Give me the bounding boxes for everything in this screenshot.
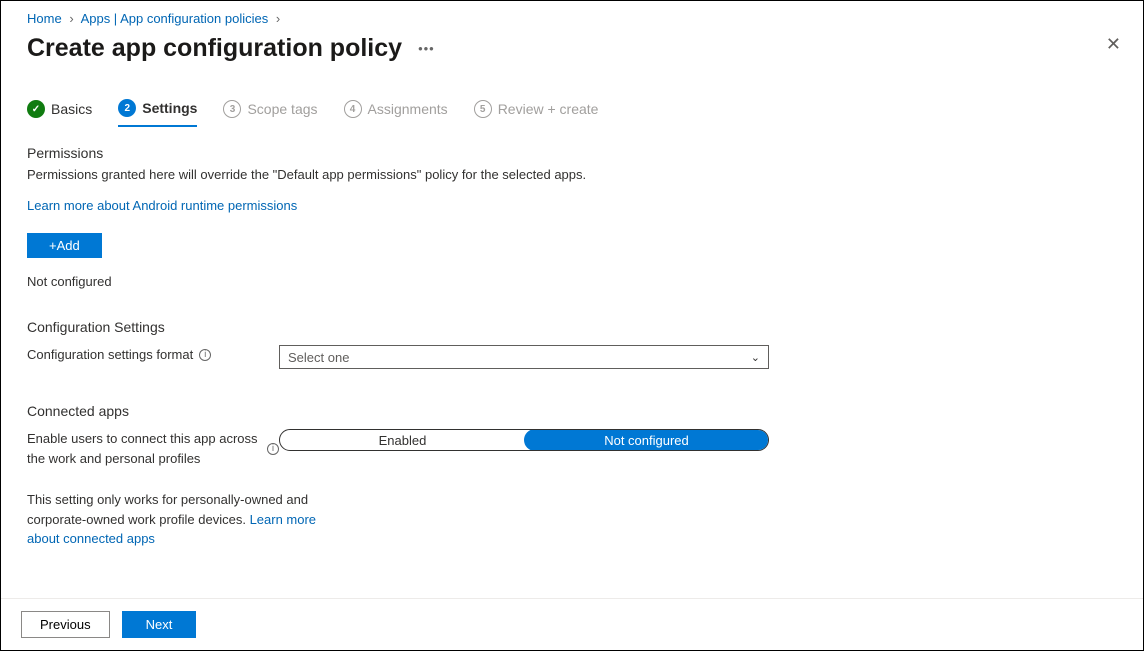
toggle-not-configured[interactable]: Not configured xyxy=(524,429,769,451)
tab-settings[interactable]: 2 Settings xyxy=(118,99,197,127)
label-text: Configuration settings format xyxy=(27,345,193,365)
permissions-header: Permissions xyxy=(27,145,1117,161)
previous-button[interactable]: Previous xyxy=(21,611,110,638)
config-format-label: Configuration settings format i xyxy=(27,345,279,365)
step-number: 2 xyxy=(118,99,136,117)
info-icon[interactable]: i xyxy=(267,443,279,455)
wizard-tabs: ✓ Basics 2 Settings 3 Scope tags 4 Assig… xyxy=(1,73,1143,127)
tab-label: Basics xyxy=(51,101,92,117)
more-icon[interactable]: ••• xyxy=(418,41,435,56)
tab-label: Review + create xyxy=(498,101,599,117)
connected-toggle: Enabled Not configured xyxy=(279,429,769,451)
step-number: 4 xyxy=(344,100,362,118)
title-row: Create app configuration policy ••• ✕ xyxy=(1,30,1143,73)
tab-assignments[interactable]: 4 Assignments xyxy=(344,100,448,126)
learn-permissions-link[interactable]: Learn more about Android runtime permiss… xyxy=(27,198,297,213)
connected-header: Connected apps xyxy=(27,403,1117,419)
config-header: Configuration Settings xyxy=(27,319,1117,335)
info-icon[interactable]: i xyxy=(199,349,211,361)
select-placeholder: Select one xyxy=(288,350,349,365)
connected-note: This setting only works for personally-o… xyxy=(27,490,337,549)
check-icon: ✓ xyxy=(27,100,45,118)
tab-review-create[interactable]: 5 Review + create xyxy=(474,100,599,126)
close-icon[interactable]: ✕ xyxy=(1106,34,1121,55)
connected-label: Enable users to connect this app across … xyxy=(27,429,279,468)
permissions-desc: Permissions granted here will override t… xyxy=(27,167,1117,182)
breadcrumb-apps[interactable]: Apps | App configuration policies xyxy=(81,11,269,26)
tab-basics[interactable]: ✓ Basics xyxy=(27,100,92,126)
tab-scope-tags[interactable]: 3 Scope tags xyxy=(223,100,317,126)
tab-label: Settings xyxy=(142,100,197,116)
breadcrumb: Home › Apps | App configuration policies… xyxy=(1,1,1143,30)
toggle-enabled[interactable]: Enabled xyxy=(280,430,525,450)
footer-actions: Previous Next xyxy=(1,598,1143,650)
chevron-right-icon: › xyxy=(276,11,280,26)
chevron-down-icon: ⌄ xyxy=(751,351,760,364)
step-number: 3 xyxy=(223,100,241,118)
tab-label: Scope tags xyxy=(247,101,317,117)
config-format-select[interactable]: Select one ⌄ xyxy=(279,345,769,369)
next-button[interactable]: Next xyxy=(122,611,197,638)
tab-label: Assignments xyxy=(368,101,448,117)
add-button[interactable]: +Add xyxy=(27,233,102,258)
page-title: Create app configuration policy xyxy=(27,34,402,63)
label-text: Enable users to connect this app across … xyxy=(27,429,261,468)
breadcrumb-home[interactable]: Home xyxy=(27,11,62,26)
chevron-right-icon: › xyxy=(69,11,73,26)
content-area: Permissions Permissions granted here wil… xyxy=(1,127,1143,549)
permissions-status: Not configured xyxy=(27,274,1117,289)
step-number: 5 xyxy=(474,100,492,118)
